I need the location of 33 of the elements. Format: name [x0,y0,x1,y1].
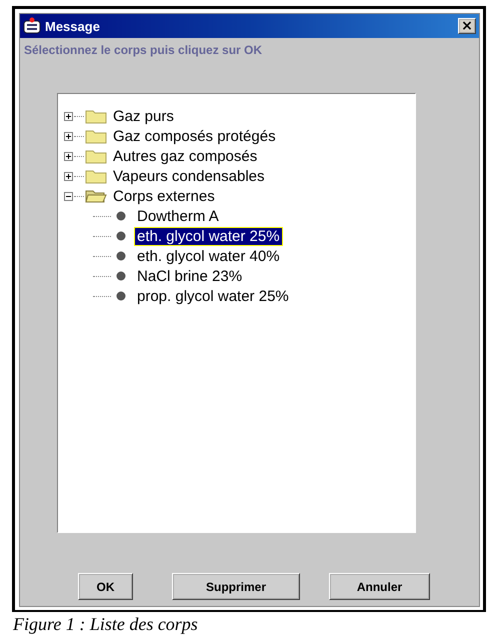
tree-item[interactable]: Dowtherm A [134,206,222,226]
leaf-icon [115,250,127,262]
folder-icon [85,108,107,124]
close-button[interactable]: × [458,18,476,34]
tree-item[interactable]: prop. glycol water 25% [134,286,292,306]
dialog-button[interactable]: OK [78,573,133,600]
window-title: Message [45,18,101,34]
tree-item[interactable]: Gaz purs [110,106,177,126]
leaf-icon [115,230,127,242]
expand-toggle[interactable] [64,132,73,140]
tree-item[interactable]: Gaz composés protégés [110,126,279,146]
tree-item[interactable]: NaCl brine 23% [134,266,246,286]
leaf-icon [115,270,127,282]
expand-toggle[interactable] [64,152,73,160]
tree-item[interactable]: eth. glycol water 40% [134,246,283,266]
tree-item[interactable]: Autres gaz composés [110,146,260,166]
tree-item[interactable]: Corps externes [110,186,218,206]
folder-icon [85,148,107,164]
figure-caption: Figure 1 : Liste des corps [13,614,199,635]
folder-icon [85,128,107,144]
collapse-toggle[interactable] [64,192,73,200]
tree-item[interactable]: Vapeurs condensables [110,166,268,186]
leaf-icon [115,290,127,302]
leaf-icon [115,210,127,222]
instruction-text: Sélectionnez le corps puis cliquez sur OK [24,43,264,57]
tree-item[interactable]: eth. glycol water 25% [134,226,283,246]
dialog-button[interactable]: Annuler [329,573,430,600]
expand-toggle[interactable] [64,172,73,180]
expand-toggle[interactable] [64,112,73,120]
folder-icon [85,168,107,184]
open-folder-icon [85,188,107,204]
dialog-button[interactable]: Supprimer [172,573,300,600]
app-icon [23,17,41,35]
